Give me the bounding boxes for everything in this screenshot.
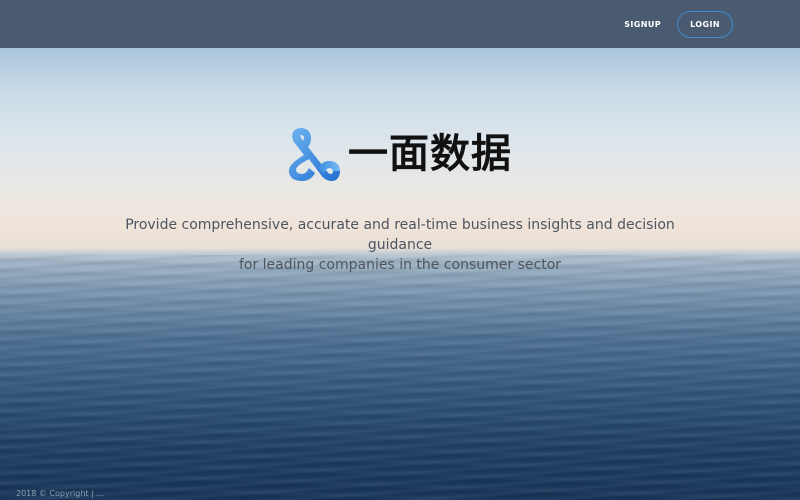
tagline-line-2: for leading companies in the consumer se… — [238, 257, 562, 273]
brand-logo: 一面数据 — [284, 125, 512, 183]
top-navbar: SIGNUP LOGIN — [0, 0, 800, 48]
tagline-line-1: Provide comprehensive, accurate and real… — [125, 217, 675, 253]
sea-waves — [0, 255, 800, 500]
hero-tagline: Provide comprehensive, accurate and real… — [100, 215, 700, 275]
ampersand-logo-icon — [289, 128, 340, 181]
login-button[interactable]: LOGIN — [677, 10, 733, 38]
brand-name: 一面数据 — [348, 131, 512, 177]
footer-copyright: 2018 © Copyright | … — [16, 489, 105, 498]
signup-link[interactable]: SIGNUP — [624, 20, 661, 29]
